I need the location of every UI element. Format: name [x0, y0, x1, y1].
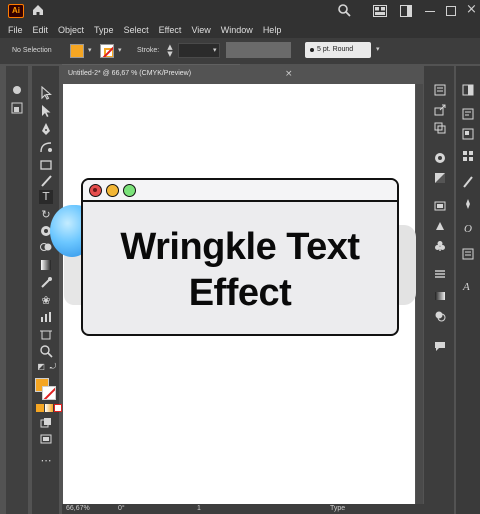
brush-dot-icon — [310, 48, 314, 52]
document-tab-title: Untitled-2* @ 66,67 % (CMYK/Preview) — [68, 70, 192, 77]
home-icon[interactable] — [31, 3, 45, 17]
gradient-icon[interactable] — [39, 258, 53, 272]
minimize-button[interactable] — [425, 11, 435, 12]
vertical-scrollbar[interactable] — [416, 84, 423, 504]
direct-selection-icon[interactable] — [39, 104, 53, 118]
fill-color-swatch[interactable] — [70, 44, 84, 58]
workspace-icon[interactable] — [400, 5, 412, 17]
info-icon[interactable] — [462, 108, 474, 120]
eyedropper-icon[interactable] — [39, 276, 53, 290]
menu-select[interactable]: Select — [124, 25, 149, 35]
stroke-panel-icon[interactable] — [462, 198, 474, 210]
chevron-down-icon[interactable]: ▾ — [88, 46, 92, 54]
type-icon[interactable]: T — [39, 190, 53, 204]
swap-colors-icon[interactable]: ⤾ — [48, 362, 58, 372]
selection-status: No Selection — [12, 47, 52, 54]
column-graph-icon[interactable] — [39, 310, 53, 324]
selection-icon[interactable] — [39, 86, 53, 100]
swatches-icon[interactable] — [462, 150, 474, 162]
stroke-color-box[interactable] — [42, 386, 56, 400]
menu-file[interactable]: File — [8, 25, 23, 35]
symbol-sprayer-icon[interactable]: ❀ — [39, 294, 53, 308]
none-mode-icon[interactable] — [54, 404, 62, 412]
draw-mode-icon[interactable] — [39, 416, 53, 430]
menu-bar: File Edit Object Type Select Effect View… — [0, 22, 480, 38]
menu-help[interactable]: Help — [263, 25, 282, 35]
align-icon[interactable] — [434, 268, 446, 280]
symbols-icon[interactable] — [434, 240, 446, 252]
brush-icon[interactable] — [39, 174, 53, 188]
gradient-panel-icon[interactable] — [434, 290, 446, 302]
menu-type[interactable]: Type — [94, 25, 114, 35]
export-icon[interactable] — [434, 104, 446, 116]
color-mode-icon[interactable] — [36, 404, 44, 412]
stroke-label: Stroke: — [137, 47, 160, 54]
transparency-icon[interactable] — [434, 172, 446, 184]
pen-icon[interactable] — [39, 122, 53, 136]
default-colors-icon[interactable]: ◩ — [36, 362, 46, 372]
status-bar: 66,67% 0° 1 Type — [62, 504, 424, 514]
artwork-title[interactable]: Wringkle Text Effect — [83, 224, 397, 316]
title-bar: Ai × — [0, 0, 480, 22]
character-styles-icon[interactable]: A — [462, 280, 474, 292]
navigator-icon[interactable] — [462, 128, 474, 140]
maximize-dot-icon — [123, 184, 136, 197]
minimize-dot-icon — [106, 184, 119, 197]
close-window-button[interactable]: × — [466, 2, 477, 18]
rectangle-icon[interactable] — [39, 158, 53, 172]
layers-icon[interactable] — [434, 122, 446, 134]
brush-label: 5 pt. Round — [317, 46, 354, 53]
chevron-down-icon[interactable]: ▾ — [376, 45, 380, 53]
paragraph-styles-icon[interactable] — [462, 248, 474, 260]
menu-view[interactable]: View — [191, 25, 210, 35]
shape-builder-icon[interactable] — [39, 240, 53, 254]
close-tab-icon[interactable]: × — [285, 65, 293, 83]
arrange-documents-icon[interactable] — [373, 5, 387, 17]
stroke-color-swatch[interactable] — [100, 44, 114, 58]
zoom-icon[interactable] — [39, 344, 53, 358]
rotation-value[interactable]: 0° — [118, 504, 125, 514]
record-icon[interactable] — [11, 84, 23, 96]
comments-icon[interactable] — [434, 340, 446, 352]
svg-text:O: O — [464, 223, 472, 234]
panel-toggle-icon[interactable] — [462, 84, 474, 96]
illustrator-window: Ai × File Edit Object Type Select Effect… — [0, 0, 480, 514]
artboard-icon[interactable] — [39, 328, 53, 342]
stroke-weight-stepper[interactable]: ▲ ▼ — [165, 44, 175, 58]
properties-panel-icon[interactable] — [434, 84, 446, 96]
brushes-icon[interactable] — [434, 220, 446, 232]
menu-effect[interactable]: Effect — [159, 25, 182, 35]
menu-object[interactable]: Object — [58, 25, 84, 35]
pathfinder-icon[interactable] — [434, 310, 446, 322]
current-tool-label: Type — [330, 505, 346, 512]
opentype-icon[interactable]: O — [462, 222, 474, 234]
libraries-icon[interactable] — [434, 200, 446, 212]
menu-window[interactable]: Window — [221, 25, 253, 35]
chevron-down-icon[interactable]: ▾ — [118, 46, 122, 54]
artboard-number[interactable]: 1 — [197, 504, 201, 514]
menu-edit[interactable]: Edit — [33, 25, 49, 35]
more-tools-icon[interactable]: ⋯ — [39, 454, 53, 468]
brush-definition-dropdown[interactable]: 5 pt. Round — [305, 42, 371, 58]
artwork-title-line1: Wringkle Text — [120, 226, 360, 268]
properties-icon[interactable] — [11, 102, 23, 114]
chevron-down-icon[interactable]: ▾ — [213, 46, 217, 54]
app-logo: Ai — [8, 4, 24, 18]
variable-width-profile-dropdown[interactable] — [226, 42, 291, 58]
artwork-title-line2: Effect — [188, 272, 292, 314]
screen-mode-icon[interactable] — [39, 432, 53, 446]
zoom-level[interactable]: 66,67% — [66, 504, 90, 514]
curvature-icon[interactable] — [39, 140, 53, 154]
document-tab[interactable]: Untitled-2* @ 66,67 % (CMYK/Preview) × — [62, 64, 293, 82]
window-illustration[interactable]: Wringkle Text Effect — [81, 178, 399, 336]
color-guide-icon[interactable] — [462, 176, 474, 188]
left-panel-strip — [6, 66, 28, 514]
maximize-button[interactable] — [446, 6, 456, 16]
search-icon[interactable] — [337, 3, 351, 17]
appearance-icon[interactable] — [434, 152, 446, 164]
svg-text:A: A — [462, 281, 470, 292]
gradient-mode-icon[interactable] — [45, 404, 53, 412]
window-illustration-titlebar — [83, 180, 397, 202]
close-dot-icon — [89, 184, 102, 197]
